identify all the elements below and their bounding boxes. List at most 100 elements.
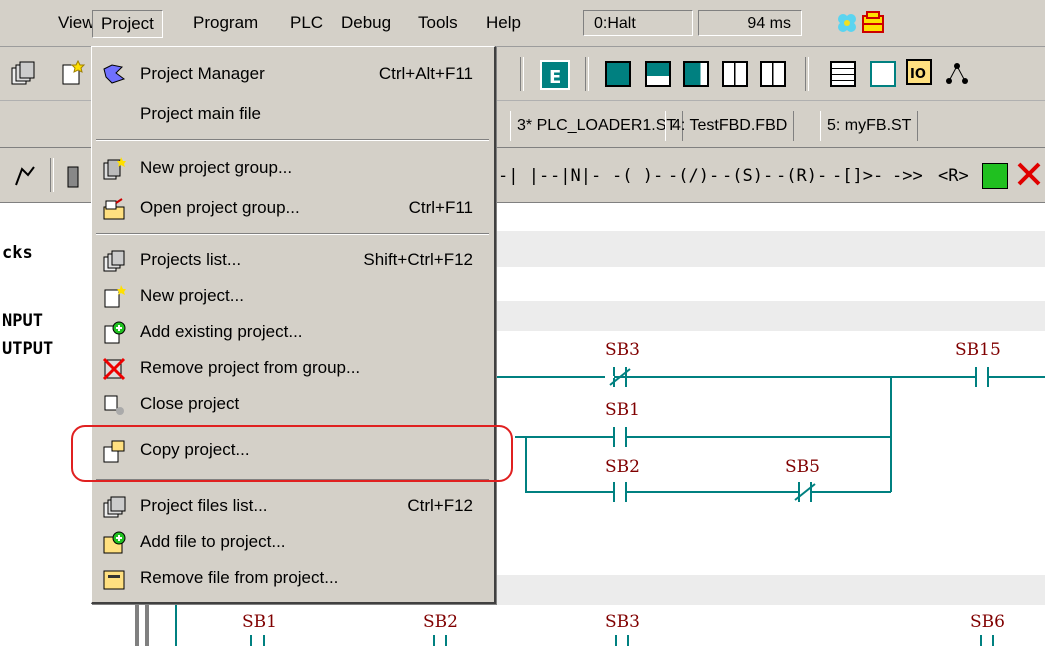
menu-project[interactable]: Project (92, 10, 163, 38)
menu-item-label: Add existing project... (140, 322, 303, 341)
rung2-rail (175, 605, 177, 646)
menu-plc[interactable]: PLC (282, 10, 331, 36)
contact-stub (992, 635, 994, 646)
toolbar-separator (50, 158, 54, 192)
menu-separator (96, 233, 489, 235)
menu-item-label: Projects list... (140, 250, 242, 269)
contact-no-button[interactable]: -| |- (498, 166, 549, 186)
contact-no[interactable] (967, 365, 997, 389)
new-group-icon (102, 157, 126, 181)
svg-text:E: E (549, 67, 561, 88)
menu-item-project-files-list[interactable]: Project files list... Ctrl+F12 (94, 491, 491, 523)
return-button[interactable]: <R> (938, 166, 969, 186)
menu-item-label: New project... (140, 286, 244, 305)
tab-myfb[interactable]: 5: myFB.ST (820, 111, 919, 141)
tool-icon[interactable] (62, 163, 88, 189)
flower-icon[interactable] (836, 12, 858, 34)
projects-list-icon (102, 249, 126, 273)
contact-label: SB2 (423, 612, 458, 632)
toolbar-separator (585, 57, 589, 91)
new-file-icon[interactable] (60, 59, 86, 86)
menu-help[interactable]: Help (478, 10, 529, 36)
rung1-wire (405, 376, 1045, 378)
coil-button[interactable]: -( )- (612, 166, 663, 186)
menu-item-label: Close project (140, 394, 240, 413)
menu-item-shortcut: Shift+Ctrl+F12 (363, 250, 473, 269)
layout1-icon[interactable] (605, 61, 631, 87)
rung1-branch-vertical (525, 436, 527, 492)
menu-item-project-manager[interactable]: Project Manager Ctrl+Alt+F11 (94, 59, 491, 91)
contact-no[interactable] (605, 425, 635, 449)
layout5-icon[interactable] (760, 61, 786, 87)
menu-item-shortcut: Ctrl+Alt+F11 (378, 64, 473, 83)
menu-item-label: Project files list... (140, 496, 268, 515)
menu-item-label: Project main file (140, 104, 261, 123)
function-block-button[interactable]: -[]>- (832, 166, 883, 186)
contact-label: SB1 (242, 612, 277, 632)
jump-button[interactable]: ->> (892, 166, 923, 186)
window-icon[interactable] (870, 61, 896, 87)
output-label: UTPUT (2, 339, 54, 359)
input-label: NPUT (2, 311, 43, 331)
menu-item-close-project[interactable]: Close project (94, 389, 491, 421)
layout3-icon[interactable] (683, 61, 709, 87)
grid-icon[interactable] (830, 61, 856, 87)
menubar: View Project Program PLC Debug Tools Hel… (0, 0, 1045, 47)
coil-reset-button[interactable]: -(R)- (776, 166, 827, 186)
rung1-branch2 (525, 491, 891, 493)
menu-item-remove-project[interactable]: Remove project from group... (94, 353, 491, 385)
contact-nc[interactable] (790, 480, 820, 504)
toolbar-separator (520, 57, 524, 91)
hand-icon[interactable] (12, 163, 38, 189)
contact-no[interactable] (605, 480, 635, 504)
contact-label: SB15 (955, 340, 1001, 360)
close-project-icon (102, 393, 126, 417)
menu-item-label: Project Manager (140, 64, 265, 83)
menu-debug[interactable]: Debug (333, 10, 399, 36)
contact-stub (263, 635, 265, 646)
robot-icon[interactable] (860, 10, 886, 36)
menu-item-label: New project group... (140, 158, 293, 177)
menu-item-projects-list[interactable]: Projects list... Shift+Ctrl+F12 (94, 245, 491, 277)
menu-item-project-main-file[interactable]: Project main file (94, 99, 491, 131)
contact-stub (980, 635, 982, 646)
network-icon[interactable] (944, 61, 970, 87)
open-group-icon (102, 197, 126, 221)
projects-icon[interactable] (10, 60, 36, 86)
coil-set-button[interactable]: -(S)- (722, 166, 773, 186)
menu-item-new-project[interactable]: New project... (94, 281, 491, 313)
remove-project-icon (102, 357, 126, 381)
coil-neg-button[interactable]: -(/)- (668, 166, 719, 186)
menu-tools[interactable]: Tools (410, 10, 466, 36)
contact-stub (250, 635, 252, 646)
highlight-annotation (71, 425, 513, 482)
delete-icon[interactable] (1016, 161, 1042, 187)
contact-nc[interactable] (605, 365, 635, 389)
insert-block-icon[interactable] (982, 163, 1008, 189)
editor-mode-icon[interactable]: E (540, 60, 570, 90)
new-project-icon (102, 285, 126, 309)
layout2-icon[interactable] (645, 61, 671, 87)
tab-plc-loader[interactable]: 3* PLC_LOADER1.ST (510, 111, 684, 141)
rung1-vertical (890, 376, 892, 492)
plc-status: 0:Halt (583, 10, 693, 36)
contact-label: SB1 (605, 400, 640, 420)
menu-item-add-file[interactable]: Add file to project... (94, 527, 491, 559)
contact-neg-button[interactable]: -|N|- (550, 166, 601, 186)
contact-label: SB6 (970, 612, 1005, 632)
contact-label: SB3 (605, 340, 640, 360)
io-icon[interactable]: IO (906, 59, 932, 85)
menu-program[interactable]: Program (185, 10, 266, 36)
svg-text:IO: IO (910, 67, 926, 82)
menu-item-add-existing-project[interactable]: Add existing project... (94, 317, 491, 349)
tab-testfbd[interactable]: 4: TestFBD.FBD (665, 111, 795, 141)
power-rail (145, 605, 149, 646)
menu-item-open-project-group[interactable]: Open project group... Ctrl+F11 (94, 193, 491, 225)
menu-item-new-project-group[interactable]: New project group... (94, 153, 491, 185)
files-list-icon (102, 495, 126, 519)
menu-item-remove-file[interactable]: Remove file from project... (94, 563, 491, 595)
layout4-icon[interactable] (722, 61, 748, 87)
add-file-icon (102, 531, 126, 555)
cycle-time: 94 ms (698, 10, 802, 36)
contact-label: SB3 (605, 612, 640, 632)
